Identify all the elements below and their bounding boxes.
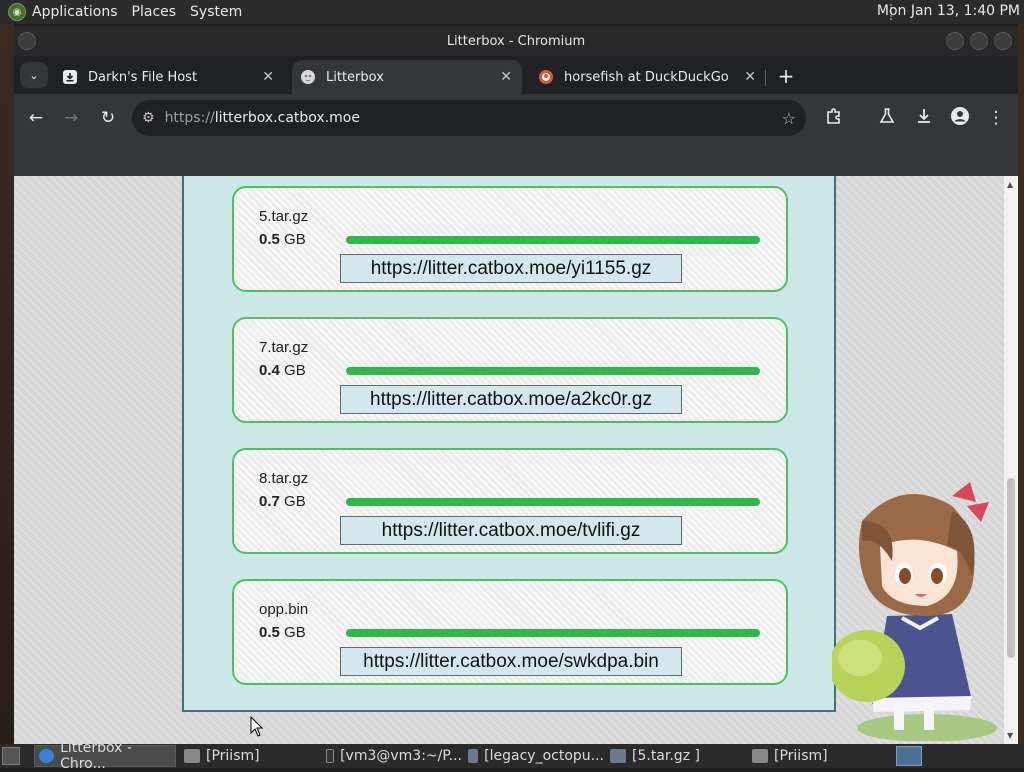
- upload-card: opp.bin 0.5 GB https://litter.catbox.moe…: [232, 579, 788, 685]
- duckduckgo-icon: [538, 69, 554, 85]
- upload-card: 8.tar.gz 0.7 GB https://litter.catbox.mo…: [232, 448, 788, 554]
- window-menu-button[interactable]: [18, 32, 36, 50]
- download-icon: [62, 69, 78, 85]
- taskbar-item-legacy-octopus[interactable]: [legacy_octopu...: [464, 745, 604, 767]
- scroll-down-arrow-icon[interactable]: ▼: [1007, 731, 1013, 740]
- applications-menu[interactable]: Applications: [32, 4, 118, 20]
- mascot-illustration: [832, 482, 997, 741]
- taskbar-item-priism[interactable]: [Priism]: [180, 745, 320, 767]
- close-tab-icon[interactable]: ✕: [262, 69, 274, 85]
- url-scheme: https://: [164, 110, 215, 126]
- tab-label: Litterbox: [326, 69, 384, 85]
- upload-size: 0.5 GB: [259, 624, 306, 641]
- chevron-down-icon: ⌄: [29, 68, 39, 82]
- star-icon[interactable]: ☆: [782, 109, 796, 128]
- arrow-left-icon: ←: [28, 108, 44, 128]
- page-viewport: 5.tar.gz 0.5 GB https://litter.catbox.mo…: [14, 176, 1018, 744]
- tab-duckduckgo[interactable]: horsefish at DuckDuckGo ✕: [530, 60, 766, 94]
- arrow-right-icon: →: [63, 108, 79, 128]
- minimize-button[interactable]: [946, 32, 964, 50]
- upload-progress-bar: [346, 629, 760, 637]
- upload-link[interactable]: https://litter.catbox.moe/yi1155.gz: [340, 254, 682, 283]
- menu-button[interactable]: ⋮: [982, 104, 1010, 132]
- window-title: Litterbox - Chromium: [446, 33, 586, 49]
- taskbar-item-5-tar-gz[interactable]: [5.tar.gz ]: [606, 745, 746, 767]
- tab-litterbox[interactable]: Litterbox ✕: [292, 60, 522, 94]
- new-tab-button[interactable]: +: [772, 62, 800, 90]
- taskbar-item-priism-2[interactable]: [Priism]: [748, 745, 888, 767]
- extensions-button[interactable]: [820, 104, 848, 132]
- labs-button[interactable]: [873, 104, 901, 132]
- tab-strip: ⌄ Darkn's File Host ✕ Litterbox ✕ horsef…: [14, 56, 1018, 94]
- tab-label: horsefish at DuckDuckGo: [564, 69, 729, 85]
- kebab-menu-icon: ⋮: [987, 108, 1005, 128]
- close-tab-icon[interactable]: ✕: [744, 69, 756, 85]
- bookmarks-bar: [14, 142, 1018, 176]
- archive-icon: [468, 749, 479, 763]
- page-scrollbar[interactable]: ▲ ▼: [1004, 176, 1018, 744]
- downloads-button[interactable]: [910, 104, 938, 132]
- browser-toolbar: ← → ↻ ⚙ https:// litterbox.catbox.moe ☆: [14, 94, 1018, 142]
- tab-label: Darkn's File Host: [88, 69, 198, 85]
- upload-filename: 5.tar.gz: [259, 208, 309, 225]
- upload-link[interactable]: https://litter.catbox.moe/a2kc0r.gz: [340, 385, 682, 414]
- taskbar-item-terminal[interactable]: [vm3@vm3:~/P...: [322, 745, 462, 767]
- upload-link[interactable]: https://litter.catbox.moe/tvlifi.gz: [340, 516, 682, 545]
- clock[interactable]: Mon Jan 13, 1:40 PM: [877, 3, 1020, 19]
- archive-icon: [610, 749, 626, 763]
- scroll-up-arrow-icon[interactable]: ▲: [1007, 180, 1013, 189]
- chromium-icon: [39, 749, 55, 763]
- taskbar: Litterbox - Chro... [Priism] [vm3@vm3:~/…: [0, 740, 1024, 772]
- terminal-icon: [326, 749, 335, 763]
- folder-icon: [184, 749, 200, 763]
- browser-window: Litterbox - Chromium ⌄ Darkn's File Host…: [14, 26, 1018, 744]
- reload-button[interactable]: ↻: [94, 104, 122, 132]
- upload-size: 0.7 GB: [259, 493, 306, 510]
- url-host: litterbox.catbox.moe: [214, 110, 360, 126]
- workspace-switcher[interactable]: [896, 746, 922, 766]
- puzzle-icon: [825, 107, 843, 130]
- upload-filename: 8.tar.gz: [259, 470, 309, 487]
- upload-panel: 5.tar.gz 0.5 GB https://litter.catbox.mo…: [182, 176, 836, 712]
- site-settings-icon[interactable]: ⚙: [142, 110, 155, 126]
- mouse-cursor-icon: [250, 716, 264, 737]
- close-window-button[interactable]: [994, 32, 1012, 50]
- upload-size: 0.4 GB: [259, 362, 306, 379]
- tab-darkns-file-host[interactable]: Darkn's File Host ✕: [54, 60, 284, 94]
- upload-size: 0.5 GB: [259, 231, 306, 248]
- plus-icon: +: [777, 64, 795, 88]
- maximize-button[interactable]: [970, 32, 988, 50]
- upload-card: 5.tar.gz 0.5 GB https://litter.catbox.mo…: [232, 186, 788, 292]
- reload-icon: ↻: [100, 108, 116, 128]
- close-tab-icon[interactable]: ✕: [500, 69, 512, 85]
- top-panel: ◉ Applications Places System Mon Jan 13,…: [0, 0, 1024, 24]
- upload-card: 7.tar.gz 0.4 GB https://litter.catbox.mo…: [232, 317, 788, 423]
- upload-progress-bar: [346, 367, 760, 375]
- upload-filename: opp.bin: [259, 601, 309, 618]
- avatar-icon: [950, 106, 970, 131]
- profile-button[interactable]: [946, 104, 974, 132]
- places-menu[interactable]: Places: [132, 4, 177, 20]
- upload-progress-bar: [346, 236, 760, 244]
- forward-button[interactable]: →: [57, 104, 85, 132]
- scrollbar-thumb[interactable]: [1007, 478, 1015, 658]
- folder-icon: [752, 749, 768, 763]
- tab-separator: [765, 70, 766, 86]
- taskbar-item-litterbox[interactable]: Litterbox - Chro...: [34, 740, 176, 772]
- upload-link[interactable]: https://litter.catbox.moe/swkdpa.bin: [340, 647, 682, 676]
- back-button[interactable]: ←: [22, 104, 50, 132]
- flask-icon: [878, 107, 896, 130]
- desktop-background-right: [1018, 24, 1024, 744]
- system-menu[interactable]: System: [190, 4, 242, 20]
- download-icon: [915, 107, 933, 130]
- tab-search-button[interactable]: ⌄: [20, 62, 48, 88]
- upload-progress-bar: [346, 498, 760, 506]
- upload-filename: 7.tar.gz: [259, 339, 309, 356]
- distro-logo-icon[interactable]: ◉: [8, 3, 26, 21]
- desktop-background: [0, 24, 14, 744]
- address-bar[interactable]: ⚙ https:// litterbox.catbox.moe ☆: [132, 100, 806, 136]
- cat-paw-icon: [300, 69, 316, 85]
- window-titlebar[interactable]: Litterbox - Chromium: [14, 26, 1018, 56]
- show-desktop-button[interactable]: [2, 747, 20, 765]
